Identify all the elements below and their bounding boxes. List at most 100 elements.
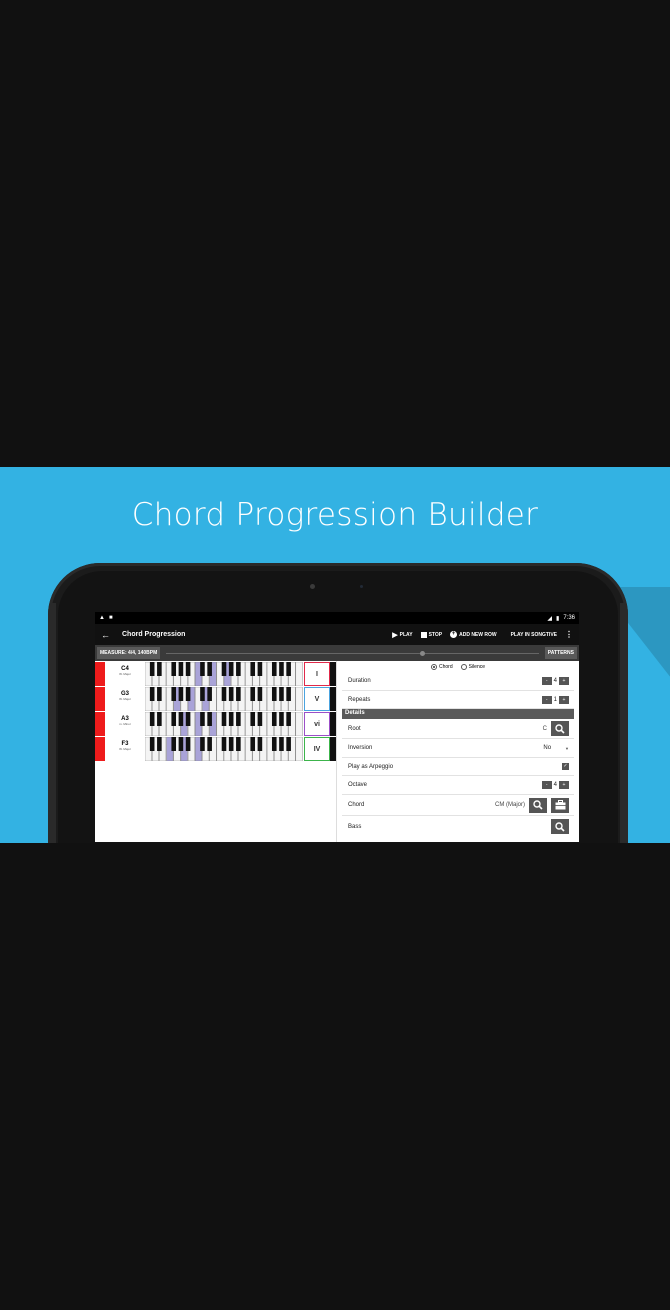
duration-plus-button[interactable]: + bbox=[559, 677, 569, 685]
chord-search-button[interactable] bbox=[529, 797, 547, 813]
roman-numeral-button[interactable]: IV bbox=[304, 737, 330, 761]
black-key[interactable] bbox=[221, 712, 227, 726]
repeats-minus-button[interactable]: - bbox=[541, 695, 552, 704]
chord-row-item[interactable]: A3 m. Minor vi bbox=[95, 712, 336, 736]
black-key[interactable] bbox=[228, 662, 234, 676]
black-key[interactable] bbox=[279, 712, 284, 726]
black-key[interactable] bbox=[250, 662, 256, 676]
roman-numeral-button[interactable]: vi bbox=[304, 712, 330, 736]
piano-keyboard[interactable] bbox=[145, 662, 303, 686]
black-key[interactable] bbox=[185, 712, 191, 726]
black-key[interactable] bbox=[171, 712, 177, 726]
black-key[interactable] bbox=[228, 712, 234, 726]
piano-keyboard[interactable] bbox=[145, 712, 303, 736]
black-key[interactable] bbox=[157, 712, 162, 726]
repeats-plus-button[interactable]: + bbox=[559, 695, 569, 704]
black-key[interactable] bbox=[178, 662, 184, 676]
bass-search-button[interactable] bbox=[551, 819, 569, 834]
row-options-handle[interactable] bbox=[330, 662, 336, 686]
black-key[interactable] bbox=[157, 737, 162, 751]
piano-keyboard[interactable] bbox=[145, 687, 303, 711]
black-key[interactable] bbox=[149, 687, 155, 701]
black-key[interactable] bbox=[200, 687, 205, 701]
row-options-handle[interactable] bbox=[330, 737, 336, 761]
radio-chord[interactable]: Chord bbox=[430, 663, 453, 670]
black-key[interactable] bbox=[228, 687, 234, 701]
white-key[interactable] bbox=[295, 712, 303, 736]
black-key[interactable] bbox=[250, 737, 256, 751]
black-key[interactable] bbox=[200, 712, 205, 726]
black-key[interactable] bbox=[271, 687, 277, 701]
black-key[interactable] bbox=[271, 712, 277, 726]
play-button[interactable]: ▶ PLAY bbox=[392, 631, 412, 639]
chord-library-button[interactable] bbox=[551, 797, 569, 813]
white-key[interactable] bbox=[295, 737, 303, 761]
slider-thumb[interactable] bbox=[419, 650, 425, 656]
black-key[interactable] bbox=[250, 712, 256, 726]
row-drag-handle[interactable] bbox=[95, 687, 105, 711]
black-key[interactable] bbox=[286, 687, 291, 701]
black-key[interactable] bbox=[171, 662, 177, 676]
black-key[interactable] bbox=[207, 687, 212, 701]
duration-minus-button[interactable]: - bbox=[541, 677, 552, 685]
chord-row-item[interactable]: F3 W. Major IV bbox=[95, 737, 336, 761]
black-key[interactable] bbox=[236, 737, 241, 751]
black-key[interactable] bbox=[257, 737, 263, 751]
black-key[interactable] bbox=[149, 737, 155, 751]
patterns-button[interactable]: PATTERNS bbox=[544, 647, 577, 659]
row-options-handle[interactable] bbox=[330, 687, 336, 711]
root-row[interactable]: Root C bbox=[342, 719, 574, 739]
black-key[interactable] bbox=[221, 687, 227, 701]
row-options-handle[interactable] bbox=[330, 712, 336, 736]
black-key[interactable] bbox=[185, 662, 191, 676]
stop-button[interactable]: STOP bbox=[420, 631, 442, 638]
black-key[interactable] bbox=[149, 662, 155, 676]
black-key[interactable] bbox=[207, 737, 212, 751]
black-key[interactable] bbox=[257, 662, 263, 676]
black-key[interactable] bbox=[236, 712, 241, 726]
black-key[interactable] bbox=[279, 662, 284, 676]
row-drag-handle[interactable] bbox=[95, 712, 105, 736]
row-drag-handle[interactable] bbox=[95, 662, 105, 686]
black-key[interactable] bbox=[200, 662, 205, 676]
row-drag-handle[interactable] bbox=[95, 737, 105, 761]
piano-keyboard[interactable] bbox=[145, 737, 303, 761]
octave-plus-button[interactable]: + bbox=[559, 781, 569, 789]
black-key[interactable] bbox=[279, 687, 284, 701]
black-key[interactable] bbox=[236, 687, 241, 701]
arpeggio-checkbox[interactable]: ✓ bbox=[562, 763, 569, 770]
add-new-row-button[interactable]: + ADD NEW ROW bbox=[450, 631, 497, 638]
black-key[interactable] bbox=[286, 737, 291, 751]
black-key[interactable] bbox=[221, 662, 227, 676]
white-key[interactable] bbox=[295, 662, 303, 686]
black-key[interactable] bbox=[221, 737, 227, 751]
timeline-slider[interactable] bbox=[166, 645, 539, 661]
black-key[interactable] bbox=[271, 662, 277, 676]
root-search-button[interactable] bbox=[551, 721, 569, 736]
radio-silence[interactable]: Silence bbox=[460, 663, 485, 670]
inversion-select[interactable]: No ▼ bbox=[543, 745, 569, 751]
black-key[interactable] bbox=[171, 687, 177, 701]
black-key[interactable] bbox=[207, 712, 212, 726]
chord-row-item[interactable]: G3 W. Major V bbox=[95, 687, 336, 711]
black-key[interactable] bbox=[185, 737, 191, 751]
black-key[interactable] bbox=[200, 737, 205, 751]
black-key[interactable] bbox=[185, 687, 191, 701]
black-key[interactable] bbox=[236, 662, 241, 676]
black-key[interactable] bbox=[207, 662, 212, 676]
black-key[interactable] bbox=[157, 662, 162, 676]
black-key[interactable] bbox=[279, 737, 284, 751]
roman-numeral-button[interactable]: I bbox=[304, 662, 330, 686]
black-key[interactable] bbox=[257, 687, 263, 701]
black-key[interactable] bbox=[171, 737, 177, 751]
black-key[interactable] bbox=[257, 712, 263, 726]
black-key[interactable] bbox=[178, 687, 184, 701]
roman-numeral-button[interactable]: V bbox=[304, 687, 330, 711]
measure-button[interactable]: MEASURE: 4/4, 140BPM bbox=[97, 647, 161, 659]
black-key[interactable] bbox=[271, 737, 277, 751]
black-key[interactable] bbox=[250, 687, 256, 701]
play-in-songtive-button[interactable]: PLAY IN SONGTIVE bbox=[511, 632, 557, 638]
black-key[interactable] bbox=[178, 712, 184, 726]
black-key[interactable] bbox=[286, 662, 291, 676]
arrow-left-icon[interactable]: ← bbox=[101, 630, 110, 640]
